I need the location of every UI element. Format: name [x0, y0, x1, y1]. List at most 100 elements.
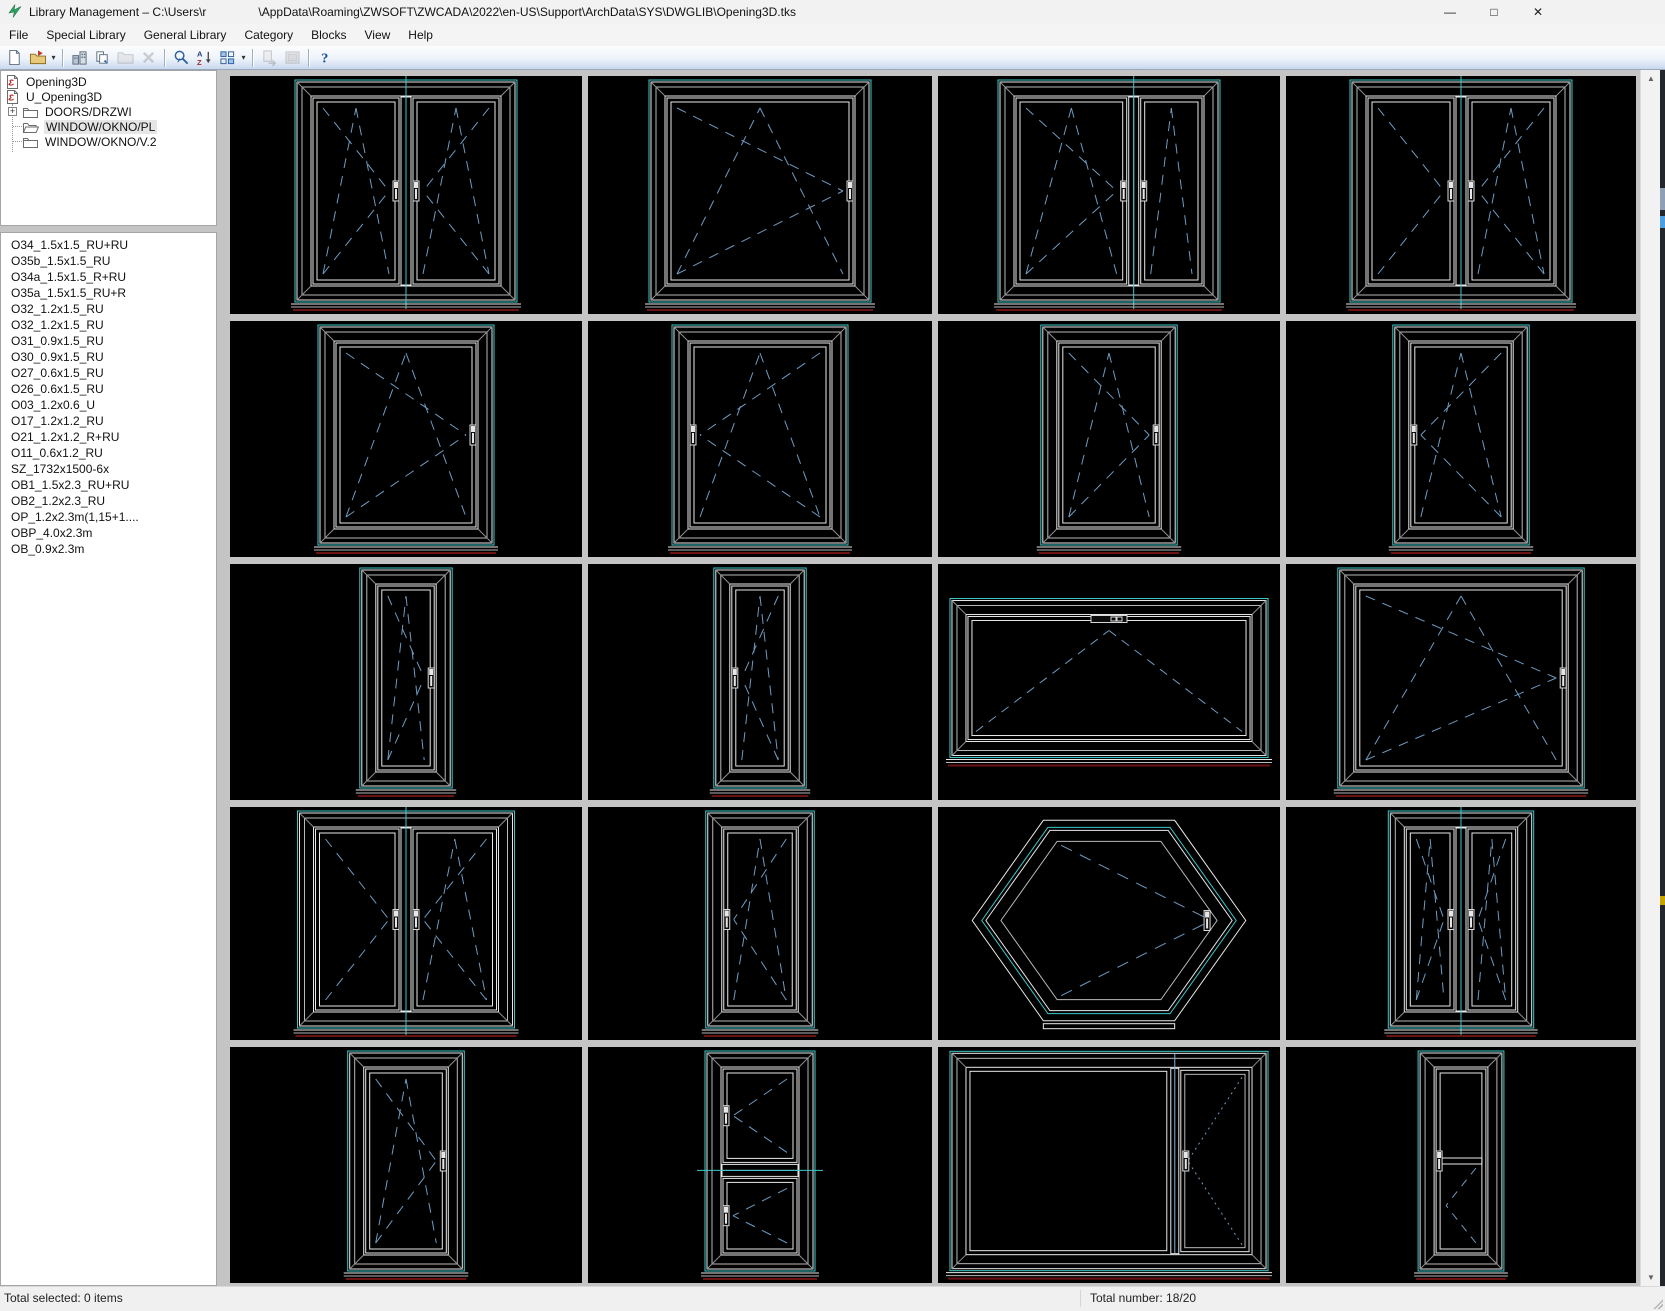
- vertical-scrollbar[interactable]: ▲ ▼: [1640, 70, 1660, 1286]
- dropdown-caret-icon[interactable]: ▾: [49, 53, 58, 62]
- library-button[interactable]: [68, 47, 91, 68]
- menu-view[interactable]: View: [355, 26, 399, 44]
- list-item[interactable]: O32_1.2x1.5_RU: [1, 317, 216, 333]
- find-button[interactable]: [170, 47, 193, 68]
- list-item[interactable]: O31_0.9x1.5_RU: [1, 333, 216, 349]
- scroll-down-button[interactable]: ▼: [1641, 1269, 1661, 1286]
- list-item[interactable]: O11_0.6x1.2_RU: [1, 445, 216, 461]
- list-item[interactable]: OBP_4.0x2.3m: [1, 525, 216, 541]
- menu-special-library[interactable]: Special Library: [37, 26, 134, 44]
- svg-text:?: ?: [321, 51, 328, 66]
- list-item[interactable]: O34a_1.5x1.5_R+RU: [1, 269, 216, 285]
- library-item-tile[interactable]: [938, 564, 1280, 800]
- status-selected: Total selected: 0 items: [4, 1291, 123, 1305]
- window-drawing: [355, 567, 457, 797]
- window-drawing: [343, 1050, 469, 1280]
- menu-category[interactable]: Category: [235, 26, 302, 44]
- list-item[interactable]: OB_0.9x2.3m: [1, 541, 216, 557]
- menu-help[interactable]: Help: [399, 26, 442, 44]
- minimize-button[interactable]: —: [1428, 0, 1472, 24]
- toolbar-separator: [252, 48, 254, 67]
- library-item-tile[interactable]: [230, 807, 582, 1040]
- transfer-button[interactable]: [258, 47, 281, 68]
- list-item[interactable]: OP_1.2x2.3m(1,15+1....: [1, 509, 216, 525]
- dropdown-caret-icon[interactable]: ▾: [239, 53, 248, 62]
- library-item-tile[interactable]: [588, 1047, 932, 1283]
- menu-general-library[interactable]: General Library: [135, 26, 236, 44]
- list-item[interactable]: OB1_1.5x2.3_RU+RU: [1, 477, 216, 493]
- list-item[interactable]: O21_1.2x1.2_R+RU: [1, 429, 216, 445]
- library-item-tile[interactable]: [938, 321, 1280, 557]
- preview-grid: [222, 70, 1640, 1286]
- tree-item-window-okno-v-2[interactable]: WINDOW/OKNO/V.2: [1, 134, 216, 149]
- toolbar-separator: [62, 48, 64, 67]
- tree-item-window-okno-pl[interactable]: WINDOW/OKNO/PL: [1, 119, 216, 134]
- tree-expand-icon[interactable]: +: [8, 107, 17, 116]
- folder-button[interactable]: [114, 47, 137, 68]
- open-button[interactable]: [26, 47, 49, 68]
- list-item[interactable]: O32_1.2x1.5_RU: [1, 301, 216, 317]
- tree-item-u-opening3d[interactable]: U_Opening3D: [1, 89, 216, 104]
- library-item-tile[interactable]: [230, 564, 582, 800]
- library-item-tile[interactable]: [938, 807, 1280, 1040]
- toolbar-separator: [164, 48, 166, 67]
- tree-item-opening3d[interactable]: Opening3D: [1, 74, 216, 89]
- maximize-button[interactable]: □: [1472, 0, 1516, 24]
- tree-item-label: U_Opening3D: [26, 89, 103, 104]
- help-icon: ?: [317, 49, 334, 66]
- folder-open-icon: [23, 121, 39, 133]
- resize-grip[interactable]: [1652, 1298, 1663, 1309]
- tree-item-label: DOORS/DRZWI: [45, 104, 132, 119]
- toolbar: ▾ A Z ▾?: [0, 46, 1665, 70]
- magnifier-icon: [173, 49, 190, 66]
- help-button[interactable]: ?: [314, 47, 337, 68]
- list-item[interactable]: O27_0.6x1.5_RU: [1, 365, 216, 381]
- close-button[interactable]: ✕: [1516, 0, 1560, 24]
- list-item[interactable]: O03_1.2x0.6_U: [1, 397, 216, 413]
- tree-connector: [13, 126, 22, 127]
- delete-button[interactable]: [137, 47, 160, 68]
- folder-plain-icon: [117, 50, 134, 65]
- tree-item-doors-drzwi[interactable]: DOORS/DRZWI: [1, 104, 216, 119]
- scroll-up-button[interactable]: ▲: [1641, 70, 1661, 87]
- folder-icon: [23, 106, 38, 118]
- library-item-tile[interactable]: [938, 1047, 1280, 1283]
- library-item-tile[interactable]: [1286, 76, 1636, 314]
- window-drawing: [701, 810, 819, 1037]
- list-item[interactable]: O35a_1.5x1.5_RU+R: [1, 285, 216, 301]
- sort-button[interactable]: AZ: [193, 47, 216, 68]
- library-item-tile[interactable]: [588, 564, 932, 800]
- menu-file[interactable]: File: [0, 26, 37, 44]
- library-item-tile[interactable]: [1286, 807, 1636, 1040]
- sort-az-icon: AZ: [196, 49, 213, 66]
- library-item-tile[interactable]: [1286, 564, 1636, 800]
- library-item-tile[interactable]: [230, 1047, 582, 1283]
- image-button[interactable]: [281, 47, 304, 68]
- tree-item-label: Opening3D: [26, 74, 87, 89]
- library-item-tile[interactable]: [230, 321, 582, 557]
- copy-button[interactable]: [91, 47, 114, 68]
- list-item[interactable]: OB2_1.2x2.3_RU: [1, 493, 216, 509]
- library-item-tile[interactable]: [588, 807, 932, 1040]
- library-item-tile[interactable]: [230, 76, 582, 314]
- library-item-tile[interactable]: [588, 321, 932, 557]
- delete-x-icon: [141, 50, 156, 65]
- list-item[interactable]: O26_0.6x1.5_RU: [1, 381, 216, 397]
- list-item[interactable]: SZ_1732x1500-6x: [1, 461, 216, 477]
- list-item[interactable]: O17_1.2x1.2_RU: [1, 413, 216, 429]
- window-controls: — □ ✕: [1428, 0, 1560, 24]
- list-item[interactable]: O35b_1.5x1.5_RU: [1, 253, 216, 269]
- view-mode-button[interactable]: [216, 47, 239, 68]
- library-item-tile[interactable]: [1286, 321, 1636, 557]
- library-item-tile[interactable]: [588, 76, 932, 314]
- tree-connector: [13, 141, 22, 142]
- folder-icon: [23, 136, 38, 148]
- list-item[interactable]: O30_0.9x1.5_RU: [1, 349, 216, 365]
- library-item-tile[interactable]: [1286, 1047, 1636, 1283]
- new-button[interactable]: [3, 47, 26, 68]
- menu-blocks[interactable]: Blocks: [302, 26, 355, 44]
- library-tree-panel: Opening3D U_Opening3D + DOORS/DRZWI WINDOW/O…: [0, 70, 217, 226]
- list-item[interactable]: O34_1.5x1.5_RU+RU: [1, 237, 216, 253]
- open-folder-icon: [29, 49, 47, 66]
- library-item-tile[interactable]: [938, 76, 1280, 314]
